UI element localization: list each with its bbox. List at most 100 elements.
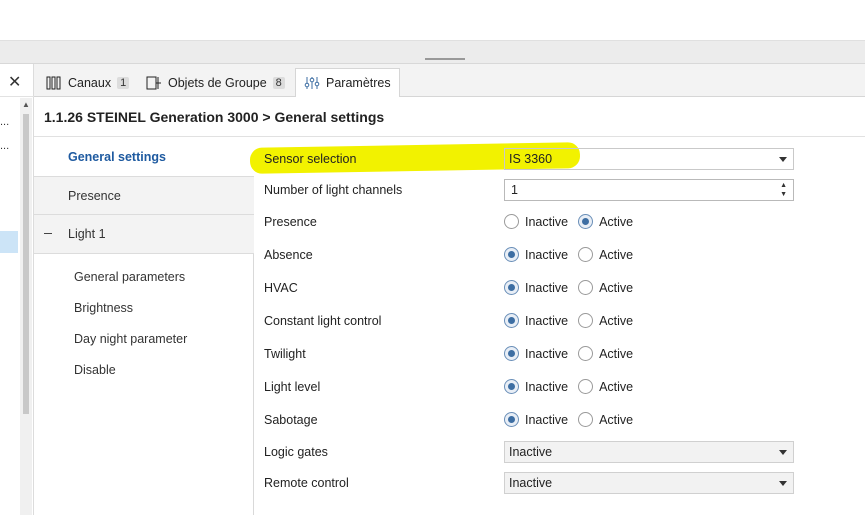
absence-radio-group: Inactive Active <box>504 247 633 262</box>
presence-label: Presence <box>264 215 317 229</box>
option-label: Inactive <box>525 247 569 262</box>
radio-button[interactable] <box>504 247 519 262</box>
option-label: Inactive <box>525 412 569 427</box>
radio-button[interactable] <box>504 412 519 427</box>
sabotage-label: Sabotage <box>264 413 318 427</box>
tab-label: Paramètres <box>326 76 391 90</box>
tab-label: Objets de Groupe <box>168 75 267 90</box>
nav-label: General settings <box>68 149 166 164</box>
constant-light-control-radio-group: Inactive Active <box>504 313 633 328</box>
light-channels-stepper[interactable]: 1 ▲ ▼ <box>504 179 794 201</box>
radio-button[interactable] <box>504 280 519 295</box>
group-objects-icon <box>146 76 161 89</box>
remote-control-label: Remote control <box>264 476 349 490</box>
constant-light-control-label: Constant light control <box>264 314 382 328</box>
chevron-down-icon <box>779 157 787 162</box>
radio-button[interactable] <box>578 346 594 361</box>
tab-canaux[interactable]: Canaux 1 <box>38 68 137 97</box>
chevron-down-icon <box>779 450 787 455</box>
left-selected-row[interactable] <box>0 231 18 253</box>
nav-sub-brightness[interactable]: Brightness <box>74 301 133 315</box>
hvac-radio-group: Inactive Active <box>504 280 633 295</box>
radio-button[interactable] <box>578 247 594 262</box>
count-badge: 1 <box>117 76 130 89</box>
page-title: 1.1.26 STEINEL Generation 3000 > General… <box>44 109 385 125</box>
radio-button[interactable] <box>578 412 594 427</box>
presence-radio-group: Inactive Active <box>504 214 633 229</box>
tab-bar: Canaux 1 Objets de Groupe 8 Paramètres <box>34 64 865 98</box>
radio-button[interactable] <box>504 346 519 361</box>
scroll-thumb[interactable] <box>23 114 29 414</box>
radio-button[interactable] <box>504 214 519 229</box>
tab-objets-de-groupe[interactable]: Objets de Groupe 8 <box>138 68 293 97</box>
radio-button[interactable] <box>578 214 594 229</box>
option-active[interactable]: Active <box>578 280 633 295</box>
left-pane-divider <box>0 96 34 97</box>
decrement-icon[interactable]: ▼ <box>780 191 787 199</box>
option-label: Active <box>599 379 634 394</box>
absence-label: Absence <box>264 248 313 262</box>
tab-parametres[interactable]: Paramètres <box>295 68 400 98</box>
option-label: Active <box>599 214 634 229</box>
channels-icon <box>46 76 61 89</box>
splitter-grip[interactable] <box>425 58 465 60</box>
twilight-label: Twilight <box>264 347 306 361</box>
scroll-up-icon[interactable]: ▲ <box>22 100 30 109</box>
option-active[interactable]: Active <box>578 313 633 328</box>
radio-button[interactable] <box>504 379 519 394</box>
option-active[interactable]: Active <box>578 247 633 262</box>
nav-general-settings[interactable]: General settings <box>34 137 254 176</box>
radio-button[interactable] <box>578 313 594 328</box>
option-label: Active <box>599 346 634 361</box>
option-inactive[interactable]: Inactive <box>504 346 568 361</box>
pane-splitter[interactable] <box>0 40 865 64</box>
light-channels-label: Number of light channels <box>264 183 403 197</box>
nav-sub-general-parameters[interactable]: General parameters <box>74 270 185 284</box>
increment-icon[interactable]: ▲ <box>780 182 787 190</box>
nav-light-1[interactable]: Light 1 <box>34 215 254 254</box>
dropdown-value: IS 3360 <box>509 152 553 166</box>
left-list-item[interactable]: ... <box>0 116 9 128</box>
option-inactive[interactable]: Inactive <box>504 247 568 262</box>
top-blank-area <box>0 0 865 40</box>
option-inactive[interactable]: Inactive <box>504 379 568 394</box>
option-active[interactable]: Active <box>578 412 633 427</box>
nav-presence[interactable]: Presence <box>34 176 254 215</box>
option-active[interactable]: Active <box>578 379 633 394</box>
chevron-down-icon <box>779 481 787 486</box>
tab-label: Canaux <box>68 75 112 90</box>
collapse-icon[interactable] <box>44 233 52 234</box>
option-inactive[interactable]: Inactive <box>504 214 568 229</box>
option-inactive[interactable]: Inactive <box>504 280 568 295</box>
left-pane: ✕ ... ... ▲ <box>0 64 34 515</box>
hvac-label: HVAC <box>264 281 298 295</box>
settings-nav: General settings Presence Light 1 Genera… <box>34 137 254 515</box>
option-active[interactable]: Active <box>578 346 633 361</box>
parameters-icon <box>304 77 320 89</box>
radio-button[interactable] <box>504 313 519 328</box>
left-list-item[interactable]: ... <box>0 140 9 152</box>
option-inactive[interactable]: Inactive <box>504 313 568 328</box>
option-label: Inactive <box>525 214 569 229</box>
option-inactive[interactable]: Inactive <box>504 412 568 427</box>
option-label: Inactive <box>525 346 569 361</box>
nav-sub-day-night-parameter[interactable]: Day night parameter <box>74 332 187 346</box>
close-icon[interactable]: ✕ <box>8 72 21 92</box>
nav-label: Presence <box>68 188 121 203</box>
left-scrollbar[interactable]: ▲ <box>20 98 32 515</box>
radio-button[interactable] <box>578 379 594 394</box>
remote-control-dropdown[interactable]: Inactive <box>504 472 794 494</box>
option-label: Active <box>599 247 634 262</box>
light-level-label: Light level <box>264 380 321 394</box>
logic-gates-dropdown[interactable]: Inactive <box>504 441 794 463</box>
sensor-selection-dropdown[interactable]: IS 3360 <box>504 148 794 170</box>
nav-label: Light 1 <box>68 227 106 241</box>
nav-sub-disable[interactable]: Disable <box>74 363 116 377</box>
sabotage-radio-group: Inactive Active <box>504 412 633 427</box>
option-label: Inactive <box>525 379 569 394</box>
option-label: Inactive <box>525 280 569 295</box>
option-active[interactable]: Active <box>578 214 633 229</box>
stepper-value: 1 <box>511 183 518 197</box>
radio-button[interactable] <box>578 280 594 295</box>
light-level-radio-group: Inactive Active <box>504 379 633 394</box>
